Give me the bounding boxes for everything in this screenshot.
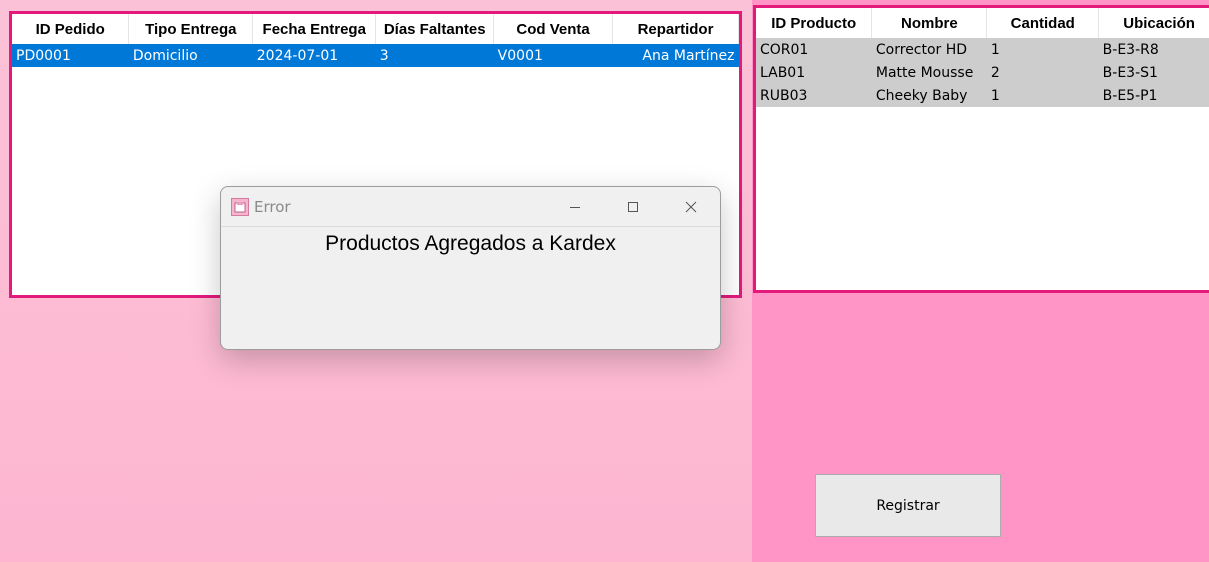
- dialog-titlebar[interactable]: Error: [221, 187, 720, 227]
- column-header-tipo-entrega[interactable]: Tipo Entrega: [128, 14, 254, 44]
- close-button[interactable]: [662, 187, 720, 226]
- table-row[interactable]: LAB01 Matte Mousse 2 B-E3-S1: [756, 61, 1209, 84]
- products-table-frame: ID Producto Nombre Cantidad Ubicación CO…: [753, 5, 1209, 293]
- maximize-icon: [628, 201, 638, 212]
- quantity-cell: 1: [986, 84, 1099, 107]
- products-header-row: ID Producto Nombre Cantidad Ubicación: [756, 8, 1209, 38]
- table-row[interactable]: COR01 Corrector HD 1 B-E3-R8: [756, 38, 1209, 61]
- order-id-cell: PD0001: [12, 44, 129, 67]
- maximize-button[interactable]: [604, 187, 662, 226]
- dialog-title: Error: [254, 197, 291, 216]
- product-id-cell: COR01: [756, 38, 872, 61]
- column-header-id-pedido[interactable]: ID Pedido: [12, 14, 130, 44]
- minimize-button[interactable]: [546, 187, 604, 226]
- close-icon: [685, 201, 697, 212]
- location-cell: B-E3-S1: [1098, 61, 1209, 84]
- location-cell: B-E3-R8: [1098, 38, 1209, 61]
- minimize-icon: [570, 206, 580, 208]
- register-button-label: Registrar: [876, 497, 940, 514]
- column-header-id-producto[interactable]: ID Producto: [756, 8, 873, 38]
- column-header-fecha-entrega[interactable]: Fecha Entrega: [252, 14, 377, 44]
- days-remaining-cell: 3: [375, 44, 494, 67]
- column-header-cod-venta[interactable]: Cod Venta: [493, 14, 614, 44]
- column-header-cantidad[interactable]: Cantidad: [986, 8, 1100, 38]
- column-header-ubicacion[interactable]: Ubicación: [1098, 8, 1209, 38]
- dialog-message: Productos Agregados a Kardex: [325, 232, 616, 255]
- delivery-date-cell: 2024-07-01: [252, 44, 376, 67]
- column-header-dias-faltantes[interactable]: Días Faltantes: [375, 14, 495, 44]
- product-name-cell: Cheeky Baby: [871, 84, 987, 107]
- error-dialog[interactable]: Error Productos Agregados a Kardex: [220, 186, 721, 350]
- product-name-cell: Corrector HD: [871, 38, 987, 61]
- table-row[interactable]: RUB03 Cheeky Baby 1 B-E5-P1: [756, 84, 1209, 107]
- column-header-repartidor[interactable]: Repartidor: [612, 14, 739, 44]
- location-cell: B-E5-P1: [1098, 84, 1209, 107]
- courier-cell: Ana Martínez: [612, 44, 739, 67]
- orders-table[interactable]: ID Pedido Tipo Entrega Fecha Entrega Día…: [12, 14, 739, 67]
- column-header-nombre[interactable]: Nombre: [871, 8, 988, 38]
- window-controls: [546, 187, 720, 226]
- app-icon: [231, 197, 249, 216]
- quantity-cell: 2: [986, 61, 1099, 84]
- sale-code-cell: V0001: [493, 44, 613, 67]
- product-name-cell: Matte Mousse: [871, 61, 987, 84]
- product-id-cell: LAB01: [756, 61, 872, 84]
- table-row[interactable]: PD0001 Domicilio 2024-07-01 3 V0001 Ana …: [12, 44, 739, 67]
- product-id-cell: RUB03: [756, 84, 872, 107]
- delivery-type-cell: Domicilio: [128, 44, 253, 67]
- quantity-cell: 1: [986, 38, 1099, 61]
- orders-header-row: ID Pedido Tipo Entrega Fecha Entrega Día…: [12, 14, 739, 44]
- products-table[interactable]: ID Producto Nombre Cantidad Ubicación CO…: [756, 8, 1209, 107]
- register-button[interactable]: Registrar: [815, 474, 1001, 537]
